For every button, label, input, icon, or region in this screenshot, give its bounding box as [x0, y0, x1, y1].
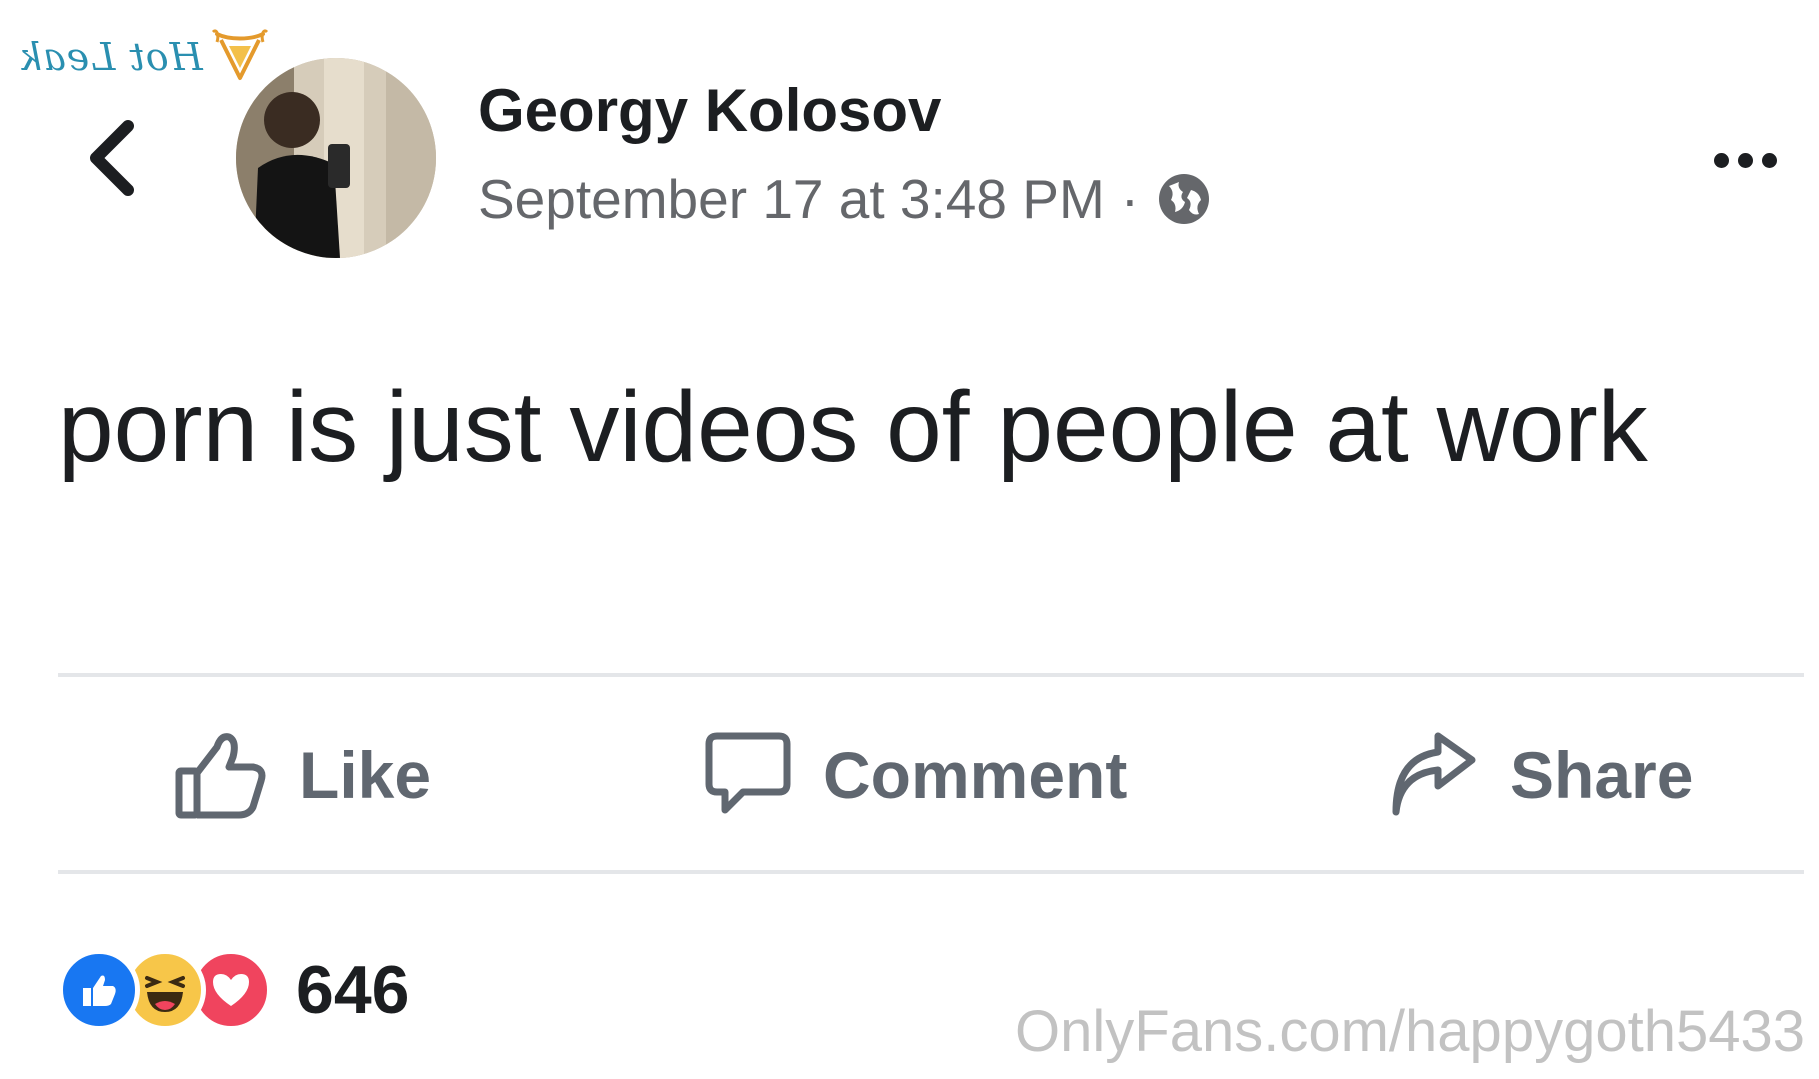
- author-name[interactable]: Georgy Kolosov: [478, 76, 941, 145]
- meta-separator: ·: [1120, 168, 1140, 230]
- hot-leak-text: Hot Leak: [18, 35, 203, 79]
- more-options-dot: [1761, 152, 1777, 168]
- comment-icon: [705, 732, 791, 814]
- avatar-photo: [236, 58, 436, 258]
- more-options-button[interactable]: [1700, 140, 1790, 180]
- thumbs-up-icon: [175, 733, 266, 819]
- more-options-dot: [1737, 152, 1753, 168]
- post-meta: September 17 at 3:48 PM ·: [478, 166, 1213, 232]
- like-label: Like: [299, 738, 432, 812]
- post-text: porn is just videos of people at work: [58, 371, 1648, 483]
- like-button[interactable]: Like: [173, 700, 431, 850]
- chevron-left-icon: [90, 120, 134, 196]
- action-bar: Like Comment Share: [58, 700, 1804, 850]
- divider-top: [58, 673, 1804, 677]
- comment-label: Comment: [823, 738, 1128, 812]
- share-button[interactable]: Share: [1388, 700, 1693, 850]
- more-options-dot: [1713, 152, 1729, 168]
- comment-button[interactable]: Comment: [703, 700, 1127, 850]
- hot-leak-watermark: Hot Leak: [18, 22, 269, 92]
- post-timestamp[interactable]: September 17 at 3:48 PM: [478, 167, 1105, 231]
- back-button[interactable]: [82, 118, 142, 198]
- thumbs-up-reaction-glyph: [83, 975, 116, 1006]
- heart-glyph: [213, 974, 249, 1006]
- onlyfans-watermark: OnlyFans.com/happygoth5433: [1015, 999, 1805, 1064]
- share-label: Share: [1510, 738, 1694, 812]
- reactions-summary[interactable]: 646: [58, 940, 409, 1040]
- reaction-count: 646: [296, 952, 410, 1028]
- author-avatar[interactable]: [236, 58, 436, 258]
- globe-icon: [1159, 174, 1210, 224]
- like-reaction-icon: [58, 949, 140, 1031]
- share-arrow-icon: [1392, 732, 1476, 816]
- bikini-icon: [211, 29, 268, 80]
- laughing-face-glyph: [145, 976, 185, 1012]
- divider-bottom: [58, 870, 1804, 874]
